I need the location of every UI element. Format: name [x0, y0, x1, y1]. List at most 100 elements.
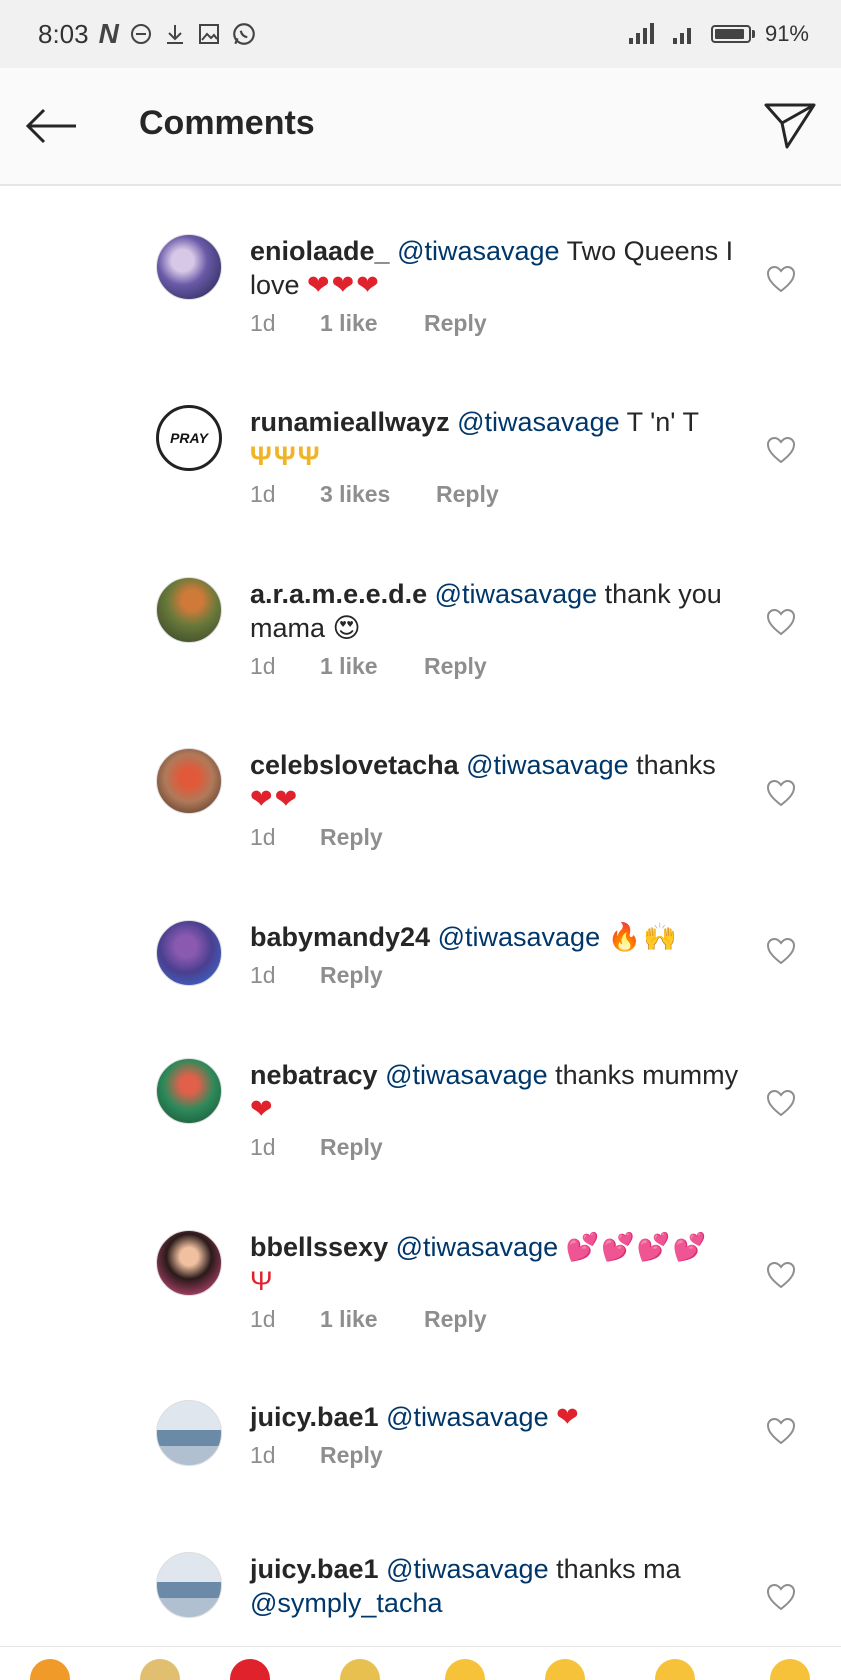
comment-username[interactable]: a.r.a.m.e.e.d.e: [250, 579, 427, 609]
comment-mention[interactable]: @tiwasavage: [397, 236, 560, 266]
avatar[interactable]: [156, 1552, 222, 1618]
avatar[interactable]: [156, 1230, 222, 1296]
comment-time: 1d: [250, 1134, 276, 1160]
comment-username[interactable]: juicy.bae1: [250, 1554, 379, 1584]
whatsapp-icon: [231, 21, 257, 47]
comment-username[interactable]: juicy.bae1: [250, 1402, 379, 1432]
comment-item: juicy.bae1 @tiwasavage ❤ 1d Reply: [0, 1352, 841, 1502]
reply-button[interactable]: Reply: [424, 653, 487, 680]
battery-icon: [710, 25, 755, 43]
comment-list[interactable]: eniolaade_ @tiwasavage Two Queens I love…: [0, 186, 841, 1646]
comment-time: 1d: [250, 653, 276, 679]
comment-body: juicy.bae1 @tiwasavage ❤: [250, 1400, 740, 1434]
comment-time: 1d: [250, 1306, 276, 1332]
comment-item: PRAY runamieallwayz @tiwasavage T 'n' T …: [0, 357, 841, 507]
comment-text: thanks ma: [556, 1554, 681, 1584]
quick-emoji-button[interactable]: [655, 1659, 695, 1680]
page-title: Comments: [139, 104, 315, 142]
quick-emoji-button[interactable]: [545, 1659, 585, 1680]
heart-outline-icon: [766, 1583, 796, 1611]
comments-header: Comments: [0, 68, 841, 186]
battery-fill: [714, 29, 745, 39]
comment-username[interactable]: babymandy24: [250, 922, 430, 952]
quick-emoji-button[interactable]: [770, 1659, 810, 1680]
like-button[interactable]: [764, 776, 798, 810]
quick-emoji-button[interactable]: [230, 1659, 270, 1680]
comment-likes[interactable]: 1 like: [320, 653, 424, 680]
comment-mention[interactable]: @tiwasavage: [438, 922, 601, 952]
comment-item: babymandy24 @tiwasavage 🔥🙌 1d Reply: [0, 872, 841, 1022]
comment-mention[interactable]: @tiwasavage: [435, 579, 598, 609]
comment-body: babymandy24 @tiwasavage 🔥🙌: [250, 920, 740, 954]
reply-button[interactable]: Reply: [424, 310, 487, 337]
comment-time: 1d: [250, 962, 276, 988]
comment-likes[interactable]: 1 like: [320, 1306, 424, 1333]
avatar[interactable]: [156, 920, 222, 986]
comment-meta: 1d 1 like Reply: [250, 310, 487, 337]
avatar[interactable]: [156, 234, 222, 300]
avatar[interactable]: PRAY: [156, 405, 222, 471]
status-bar: 8:03 N 91%: [0, 0, 841, 68]
comment-likes[interactable]: 3 likes: [320, 481, 436, 508]
comment-meta: 1d 1 like Reply: [250, 1306, 487, 1333]
status-left: 8:03 N: [38, 18, 257, 50]
download-icon: [163, 22, 187, 46]
comment-username[interactable]: nebatracy: [250, 1060, 378, 1090]
quick-emoji-button[interactable]: [445, 1659, 485, 1680]
like-button[interactable]: [764, 605, 798, 639]
comment-mention[interactable]: @tiwasavage: [396, 1232, 559, 1262]
quick-emoji-button[interactable]: [140, 1659, 180, 1680]
send-button[interactable]: [760, 98, 820, 154]
avatar[interactable]: [156, 577, 222, 643]
status-right: 91%: [627, 21, 809, 47]
heart-emoji: ❤: [250, 1094, 275, 1124]
comment-mention[interactable]: @tiwasavage: [457, 407, 620, 437]
quick-emoji-button[interactable]: [340, 1659, 380, 1680]
avatar[interactable]: [156, 1400, 222, 1466]
back-button[interactable]: [22, 98, 82, 154]
like-button[interactable]: [764, 934, 798, 968]
like-button[interactable]: [764, 433, 798, 467]
comment-meta: 1d Reply: [250, 1442, 383, 1469]
comment-meta: 1d 3 likes Reply: [250, 481, 499, 508]
like-button[interactable]: [764, 262, 798, 296]
comment-item: juicy.bae1 @tiwasavage thanks ma @symply…: [0, 1504, 841, 1646]
heart-outline-icon: [766, 265, 796, 293]
quick-emoji-button[interactable]: [30, 1659, 70, 1680]
arrow-left-icon: [25, 108, 76, 144]
like-button[interactable]: [764, 1258, 798, 1292]
comment-meta: 1d Reply: [250, 1134, 383, 1161]
trident-emoji: ΨΨΨ: [250, 441, 322, 471]
comment-item: eniolaade_ @tiwasavage Two Queens I love…: [0, 186, 841, 336]
like-button[interactable]: [764, 1580, 798, 1614]
reply-button[interactable]: Reply: [320, 1442, 383, 1469]
comment-username[interactable]: celebslovetacha: [250, 750, 459, 780]
reply-button[interactable]: Reply: [320, 824, 383, 851]
reply-button[interactable]: Reply: [436, 481, 499, 508]
like-button[interactable]: [764, 1086, 798, 1120]
avatar[interactable]: [156, 1058, 222, 1124]
comment-mention[interactable]: @tiwasavage: [386, 1554, 549, 1584]
reply-button[interactable]: Reply: [424, 1306, 487, 1333]
comment-item: nebatracy @tiwasavage thanks mummy ❤ 1d …: [0, 1010, 841, 1160]
reply-button[interactable]: Reply: [320, 962, 383, 989]
battery-percent: 91%: [764, 21, 809, 46]
comment-mention-2[interactable]: @symply_tacha: [250, 1588, 442, 1618]
comment-mention[interactable]: @tiwasavage: [385, 1060, 548, 1090]
like-button[interactable]: [764, 1414, 798, 1448]
comment-mention[interactable]: @tiwasavage: [466, 750, 629, 780]
comment-username[interactable]: runamieallwayz: [250, 407, 450, 437]
comment-meta: 1d 1 like Reply: [250, 653, 487, 680]
comment-item: celebslovetacha @tiwasavage thanks ❤❤ 1d…: [0, 700, 841, 850]
heart-emoji: ❤❤: [250, 784, 300, 814]
heart-eyes-emoji: 😍: [332, 613, 363, 643]
comment-text: T 'n' T: [626, 407, 699, 437]
reply-button[interactable]: Reply: [320, 1134, 383, 1161]
heart-outline-icon: [766, 436, 796, 464]
signal-icon-2: [671, 22, 701, 46]
comment-username[interactable]: bbellssexy: [250, 1232, 388, 1262]
comment-likes[interactable]: 1 like: [320, 310, 424, 337]
avatar[interactable]: [156, 748, 222, 814]
comment-mention[interactable]: @tiwasavage: [386, 1402, 549, 1432]
comment-username[interactable]: eniolaade_: [250, 236, 390, 266]
